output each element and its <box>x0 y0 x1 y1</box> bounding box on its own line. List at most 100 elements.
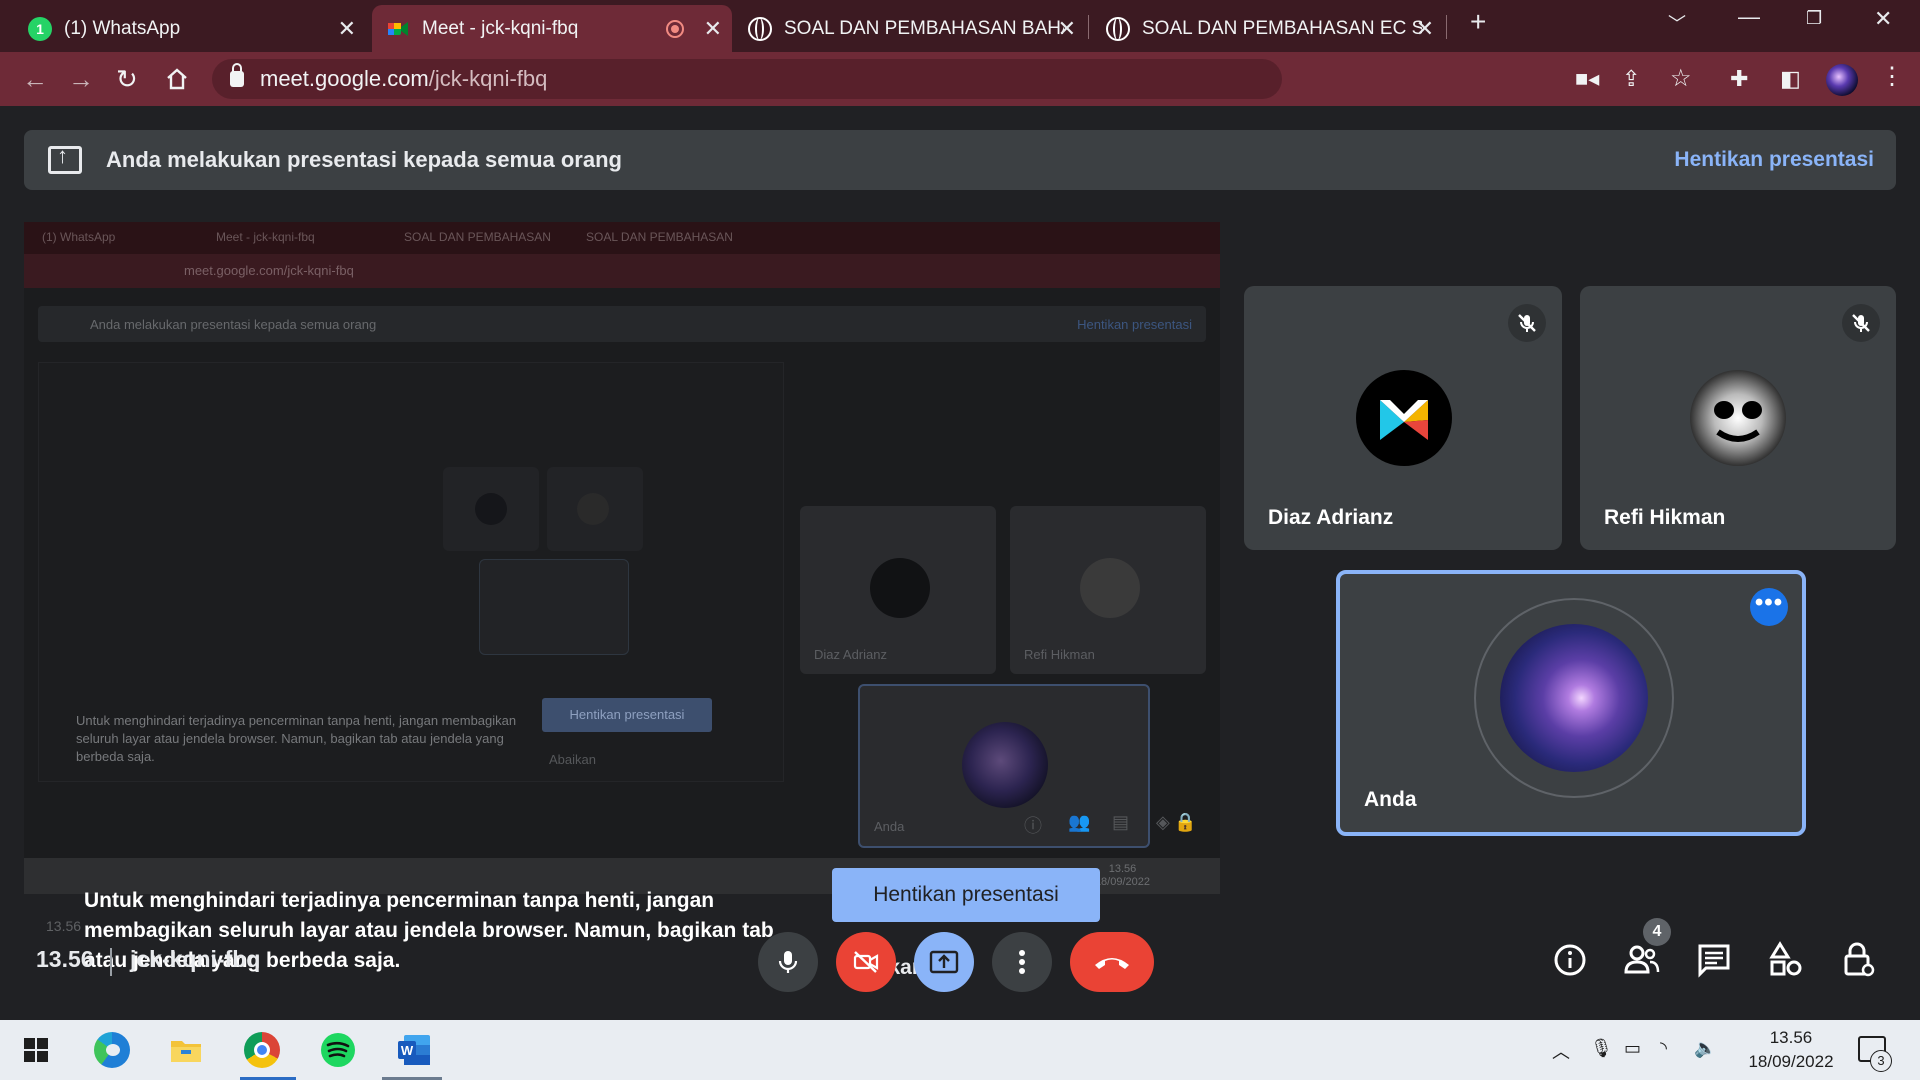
address-bar[interactable]: meet.google.com/jck-kqni-fbq <box>212 59 1282 99</box>
extensions-icon[interactable]: ✚ <box>1730 66 1748 92</box>
participant-tile-self[interactable]: ••• Anda <box>1336 570 1806 836</box>
tab-meet[interactable]: Meet - jck-kqni-fbq ✕ <box>372 5 732 52</box>
tab-title: SOAL DAN PEMBAHASAN EC SM <box>1142 17 1422 39</box>
tab-whatsapp[interactable]: 1 (1) WhatsApp ✕ <box>14 5 366 52</box>
show-hidden-icons-icon[interactable]: ︿ <box>1552 1038 1570 1064</box>
more-options-icon[interactable]: ••• <box>1750 588 1788 626</box>
hang-up-icon <box>1095 958 1129 969</box>
camera-button[interactable] <box>836 932 896 992</box>
taskbar-word[interactable]: W <box>392 1028 436 1072</box>
present-screen-icon <box>929 950 959 974</box>
participant-name: Refi Hikman <box>1604 506 1726 529</box>
close-tab-icon[interactable]: ✕ <box>338 16 356 42</box>
globe-icon <box>1106 16 1130 41</box>
preview-avatar <box>475 493 507 525</box>
whatsapp-icon: 1 <box>28 16 52 41</box>
preview-nested-tile <box>479 559 629 655</box>
microphone-button[interactable] <box>758 932 818 992</box>
taskbar-spotify[interactable] <box>316 1028 360 1072</box>
tab-title: SOAL DAN PEMBAHASAN BAHA <box>784 17 1064 39</box>
preview-clock-time: 13.56 <box>1108 863 1137 875</box>
chat-icon[interactable] <box>1694 940 1734 980</box>
participant-tile-refi[interactable]: Refi Hikman <box>1580 286 1896 550</box>
wifi-icon[interactable]: ◝ <box>1660 1038 1667 1059</box>
url-host: meet.google.com <box>260 66 429 91</box>
microphone-tray-icon[interactable]: 🎙 <box>1590 1038 1613 1059</box>
avatar-diaz <box>1356 370 1452 466</box>
side-panel-icon[interactable]: ◧ <box>1780 66 1801 92</box>
preview-name: Diaz Adrianz <box>814 647 887 662</box>
stop-presenting-button[interactable]: Hentikan presentasi <box>832 868 1100 922</box>
preview-people-icon: 👥 <box>1068 812 1091 832</box>
share-icon[interactable]: ⇪ <box>1622 66 1640 92</box>
preview-stop-button: Hentikan presentasi <box>542 698 712 732</box>
menu-kebab-icon[interactable]: ⋮ <box>1880 62 1904 91</box>
notification-count-badge: 3 <box>1870 1050 1892 1072</box>
restore-icon[interactable]: ❐ <box>1806 8 1822 29</box>
people-icon[interactable] <box>1622 940 1662 980</box>
preview-clock-date: 18/09/2022 <box>1094 876 1150 888</box>
back-icon[interactable]: ← <box>22 64 48 94</box>
preview-banner: Anda melakukan presentasi kepada semua o… <box>38 306 1206 342</box>
kebab-icon <box>1019 950 1025 974</box>
preview-tile-diaz: Diaz Adrianz <box>800 506 996 674</box>
preview-name: Anda <box>874 819 905 834</box>
meeting-details-icon[interactable] <box>1550 940 1590 980</box>
system-clock[interactable]: 13.56 18/09/2022 <box>1736 1026 1846 1074</box>
taskbar-chrome[interactable] <box>240 1028 284 1072</box>
reload-icon[interactable]: ↻ <box>116 64 138 94</box>
preview-chat-icon: ▤ <box>1112 812 1130 832</box>
preview-avatar <box>1080 558 1140 618</box>
tab-soal-ec[interactable]: SOAL DAN PEMBAHASAN EC SM ✕ <box>1092 5 1444 52</box>
avatar-refi <box>1690 370 1786 466</box>
camera-off-icon <box>853 951 879 973</box>
tab-separator <box>1088 15 1089 39</box>
forward-icon[interactable]: → <box>68 64 94 94</box>
preview-banner-text: Anda melakukan presentasi kepada semua o… <box>90 317 377 332</box>
avatar-self-galaxy <box>1500 624 1648 772</box>
browser-toolbar: ← → ↻ meet.google.com/jck-kqni-fbq ■◂ ⇪ … <box>0 52 1920 106</box>
camera-in-use-icon[interactable]: ■◂ <box>1575 66 1599 92</box>
close-tab-icon[interactable]: ✕ <box>1416 16 1434 42</box>
presenting-banner: Anda melakukan presentasi kepada semua o… <box>24 130 1896 190</box>
battery-icon[interactable]: ▭ <box>1624 1038 1641 1059</box>
present-button[interactable] <box>914 932 974 992</box>
host-controls-icon[interactable] <box>1838 940 1878 980</box>
lock-icon[interactable] <box>230 63 244 87</box>
bar-divider <box>110 948 112 976</box>
activities-icon[interactable] <box>1766 940 1806 980</box>
preview-lock-icon: 🔒 <box>1174 812 1197 832</box>
svg-text:W: W <box>401 1043 414 1058</box>
taskbar-file-explorer[interactable] <box>164 1028 208 1072</box>
presenting-text: Anda melakukan presentasi kepada semua o… <box>106 147 622 172</box>
preview-tile-refi: Refi Hikman <box>1010 506 1206 674</box>
close-tab-icon[interactable]: ✕ <box>1058 16 1076 42</box>
more-options-button[interactable] <box>992 932 1052 992</box>
participant-tile-diaz[interactable]: Diaz Adrianz <box>1244 286 1562 550</box>
tab-soal-baha[interactable]: SOAL DAN PEMBAHASAN BAHA ✕ <box>734 5 1086 52</box>
minimize-icon[interactable]: — <box>1738 4 1760 30</box>
preview-time: 13.56 <box>46 918 82 934</box>
stop-presenting-link[interactable]: Hentikan presentasi <box>1674 148 1874 172</box>
home-icon[interactable] <box>164 66 190 92</box>
recording-indicator-icon <box>666 20 684 38</box>
google-meet-icon <box>388 21 408 36</box>
meet-stage: Anda melakukan presentasi kepada semua o… <box>0 106 1920 1020</box>
start-button[interactable] <box>14 1028 58 1072</box>
meeting-code[interactable]: jck-kqni-fbq <box>130 946 260 973</box>
new-tab-icon[interactable]: + <box>1470 6 1486 38</box>
url-path: /jck-kqni-fbq <box>428 66 548 91</box>
shared-screen-preview: (1) WhatsApp Meet - jck-kqni-fbq SOAL DA… <box>24 222 1220 894</box>
diaz-logo-icon <box>1380 400 1428 440</box>
bookmark-star-icon[interactable]: ☆ <box>1670 64 1692 93</box>
volume-icon[interactable]: 🔈 <box>1694 1038 1716 1059</box>
close-tab-icon[interactable]: ✕ <box>704 16 722 42</box>
profile-avatar[interactable] <box>1826 64 1858 96</box>
taskbar-edge[interactable] <box>90 1028 134 1072</box>
edge-icon <box>94 1032 130 1068</box>
leave-call-button[interactable] <box>1070 932 1154 992</box>
globe-icon <box>748 16 772 41</box>
close-window-icon[interactable]: ✕ <box>1874 6 1892 32</box>
chrome-icon <box>244 1032 280 1068</box>
tab-search-icon[interactable]: ﹀ <box>1668 10 1686 36</box>
